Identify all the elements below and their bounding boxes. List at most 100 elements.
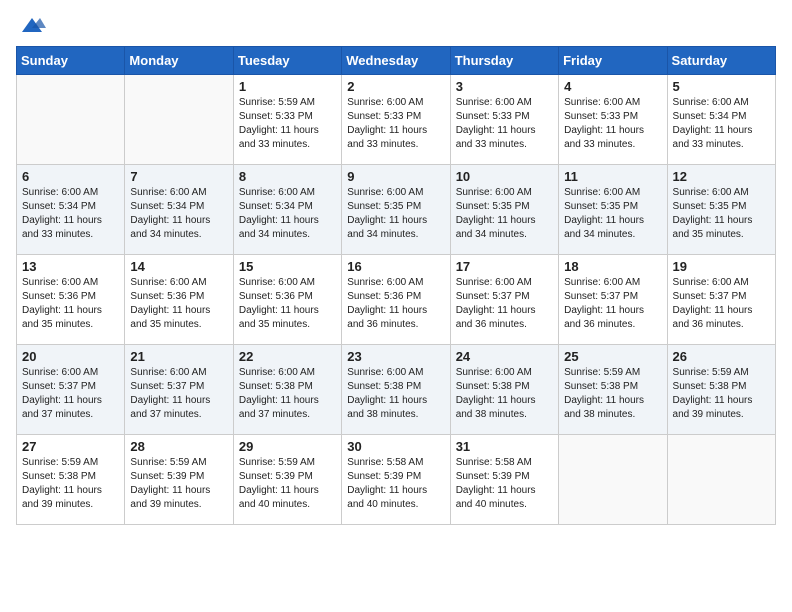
- cell-info: Sunrise: 5:59 AMSunset: 5:38 PMDaylight:…: [22, 456, 119, 512]
- calendar-cell: 16 Sunrise: 6:00 AMSunset: 5:36 PMDayligh…: [342, 255, 450, 345]
- day-number: 10: [456, 169, 553, 184]
- calendar-cell: 4 Sunrise: 6:00 AMSunset: 5:33 PMDaylight…: [559, 75, 667, 165]
- cell-info: Sunrise: 6:00 AMSunset: 5:38 PMDaylight:…: [347, 366, 444, 422]
- weekday-header: Sunday: [17, 47, 125, 75]
- calendar-cell: 9Sunrise: 6:00 AMSunset: 5:35 PMDaylight…: [342, 165, 450, 255]
- day-number: 19: [673, 259, 770, 274]
- cell-info: Sunrise: 6:00 AMSunset: 5:33 PMDaylight:…: [564, 96, 661, 152]
- weekday-header: Tuesday: [233, 47, 341, 75]
- day-number: 25: [564, 349, 661, 364]
- page-header: [16, 16, 776, 34]
- calendar-cell: 5Sunrise: 6:00 AMSunset: 5:34 PMDaylight…: [667, 75, 775, 165]
- cell-info: Sunrise: 5:59 AMSunset: 5:38 PMDaylight:…: [673, 366, 770, 422]
- weekday-header: Saturday: [667, 47, 775, 75]
- calendar-cell: 27 Sunrise: 5:59 AMSunset: 5:38 PMDayligh…: [17, 435, 125, 525]
- cell-info: Sunrise: 6:00 AMSunset: 5:35 PMDaylight:…: [456, 186, 553, 242]
- calendar-cell: 26 Sunrise: 5:59 AMSunset: 5:38 PMDayligh…: [667, 345, 775, 435]
- cell-info: Sunrise: 6:00 AMSunset: 5:35 PMDaylight:…: [673, 186, 770, 242]
- calendar-cell: 31Sunrise: 5:58 AMSunset: 5:39 PMDayligh…: [450, 435, 558, 525]
- weekday-header: Wednesday: [342, 47, 450, 75]
- calendar-cell: 8 Sunrise: 6:00 AMSunset: 5:34 PMDaylight…: [233, 165, 341, 255]
- day-number: 4: [564, 79, 661, 94]
- calendar-cell: [667, 435, 775, 525]
- cell-info: Sunrise: 6:00 AMSunset: 5:36 PMDaylight:…: [347, 276, 444, 332]
- calendar-week-row: 20 Sunrise: 6:00 AMSunset: 5:37 PMDayligh…: [17, 345, 776, 435]
- calendar-cell: 18Sunrise: 6:00 AMSunset: 5:37 PMDayligh…: [559, 255, 667, 345]
- cell-info: Sunrise: 6:00 AMSunset: 5:33 PMDaylight:…: [347, 96, 444, 152]
- day-number: 21: [130, 349, 227, 364]
- day-number: 8: [239, 169, 336, 184]
- calendar-cell: 13 Sunrise: 6:00 AMSunset: 5:36 PMDayligh…: [17, 255, 125, 345]
- day-number: 28: [130, 439, 227, 454]
- day-number: 17: [456, 259, 553, 274]
- calendar-cell: [559, 435, 667, 525]
- calendar-cell: 19Sunrise: 6:00 AMSunset: 5:37 PMDayligh…: [667, 255, 775, 345]
- day-number: 14: [130, 259, 227, 274]
- cell-info: Sunrise: 6:00 AMSunset: 5:35 PMDaylight:…: [564, 186, 661, 242]
- weekday-header: Thursday: [450, 47, 558, 75]
- day-number: 23: [347, 349, 444, 364]
- cell-info: Sunrise: 5:59 AMSunset: 5:33 PMDaylight:…: [239, 96, 336, 152]
- day-number: 12: [673, 169, 770, 184]
- day-number: 5: [673, 79, 770, 94]
- day-number: 11: [564, 169, 661, 184]
- logo: [16, 16, 46, 34]
- calendar-cell: 14 Sunrise: 6:00 AMSunset: 5:36 PMDayligh…: [125, 255, 233, 345]
- cell-info: Sunrise: 5:58 AMSunset: 5:39 PMDaylight:…: [347, 456, 444, 512]
- calendar-cell: 1 Sunrise: 5:59 AMSunset: 5:33 PMDaylight…: [233, 75, 341, 165]
- cell-info: Sunrise: 6:00 AMSunset: 5:36 PMDaylight:…: [22, 276, 119, 332]
- cell-info: Sunrise: 6:00 AMSunset: 5:36 PMDaylight:…: [239, 276, 336, 332]
- cell-info: Sunrise: 5:58 AMSunset: 5:39 PMDaylight:…: [456, 456, 553, 512]
- day-number: 6: [22, 169, 119, 184]
- day-number: 2: [347, 79, 444, 94]
- day-number: 29: [239, 439, 336, 454]
- cell-info: Sunrise: 6:00 AMSunset: 5:34 PMDaylight:…: [130, 186, 227, 242]
- cell-info: Sunrise: 6:00 AMSunset: 5:37 PMDaylight:…: [456, 276, 553, 332]
- calendar-cell: 17 Sunrise: 6:00 AMSunset: 5:37 PMDayligh…: [450, 255, 558, 345]
- cell-info: Sunrise: 6:00 AMSunset: 5:35 PMDaylight:…: [347, 186, 444, 242]
- calendar-table: SundayMondayTuesdayWednesdayThursdayFrid…: [16, 46, 776, 525]
- cell-info: Sunrise: 6:00 AMSunset: 5:36 PMDaylight:…: [130, 276, 227, 332]
- calendar-cell: 3 Sunrise: 6:00 AMSunset: 5:33 PMDaylight…: [450, 75, 558, 165]
- calendar-cell: 15 Sunrise: 6:00 AMSunset: 5:36 PMDayligh…: [233, 255, 341, 345]
- day-number: 13: [22, 259, 119, 274]
- day-number: 22: [239, 349, 336, 364]
- calendar-cell: 23 Sunrise: 6:00 AMSunset: 5:38 PMDayligh…: [342, 345, 450, 435]
- calendar-header-row: SundayMondayTuesdayWednesdayThursdayFrid…: [17, 47, 776, 75]
- calendar-cell: 20Sunrise: 6:00 AMSunset: 5:37 PMDayligh…: [17, 345, 125, 435]
- weekday-header: Monday: [125, 47, 233, 75]
- weekday-header: Friday: [559, 47, 667, 75]
- day-number: 26: [673, 349, 770, 364]
- calendar-cell: [125, 75, 233, 165]
- day-number: 3: [456, 79, 553, 94]
- calendar-cell: 22 Sunrise: 6:00 AMSunset: 5:38 PMDayligh…: [233, 345, 341, 435]
- cell-info: Sunrise: 5:59 AMSunset: 5:39 PMDaylight:…: [239, 456, 336, 512]
- calendar-cell: 25Sunrise: 5:59 AMSunset: 5:38 PMDayligh…: [559, 345, 667, 435]
- calendar-week-row: 27 Sunrise: 5:59 AMSunset: 5:38 PMDayligh…: [17, 435, 776, 525]
- calendar-cell: 6 Sunrise: 6:00 AMSunset: 5:34 PMDaylight…: [17, 165, 125, 255]
- calendar-cell: [17, 75, 125, 165]
- day-number: 7: [130, 169, 227, 184]
- cell-info: Sunrise: 6:00 AMSunset: 5:38 PMDaylight:…: [239, 366, 336, 422]
- calendar-cell: 2 Sunrise: 6:00 AMSunset: 5:33 PMDaylight…: [342, 75, 450, 165]
- cell-info: Sunrise: 6:00 AMSunset: 5:33 PMDaylight:…: [456, 96, 553, 152]
- day-number: 24: [456, 349, 553, 364]
- calendar-cell: 7 Sunrise: 6:00 AMSunset: 5:34 PMDaylight…: [125, 165, 233, 255]
- cell-info: Sunrise: 6:00 AMSunset: 5:34 PMDaylight:…: [239, 186, 336, 242]
- calendar-cell: 21 Sunrise: 6:00 AMSunset: 5:37 PMDayligh…: [125, 345, 233, 435]
- cell-info: Sunrise: 6:00 AMSunset: 5:37 PMDaylight:…: [130, 366, 227, 422]
- calendar-cell: 30 Sunrise: 5:58 AMSunset: 5:39 PMDayligh…: [342, 435, 450, 525]
- day-number: 16: [347, 259, 444, 274]
- calendar-cell: 29 Sunrise: 5:59 AMSunset: 5:39 PMDayligh…: [233, 435, 341, 525]
- day-number: 15: [239, 259, 336, 274]
- calendar-cell: 12 Sunrise: 6:00 AMSunset: 5:35 PMDayligh…: [667, 165, 775, 255]
- day-number: 20: [22, 349, 119, 364]
- calendar-cell: 28 Sunrise: 5:59 AMSunset: 5:39 PMDayligh…: [125, 435, 233, 525]
- cell-info: Sunrise: 6:00 AMSunset: 5:38 PMDaylight:…: [456, 366, 553, 422]
- cell-info: Sunrise: 5:59 AMSunset: 5:39 PMDaylight:…: [130, 456, 227, 512]
- day-number: 30: [347, 439, 444, 454]
- calendar-cell: 11 Sunrise: 6:00 AMSunset: 5:35 PMDayligh…: [559, 165, 667, 255]
- day-number: 1: [239, 79, 336, 94]
- day-number: 27: [22, 439, 119, 454]
- cell-info: Sunrise: 6:00 AMSunset: 5:34 PMDaylight:…: [22, 186, 119, 242]
